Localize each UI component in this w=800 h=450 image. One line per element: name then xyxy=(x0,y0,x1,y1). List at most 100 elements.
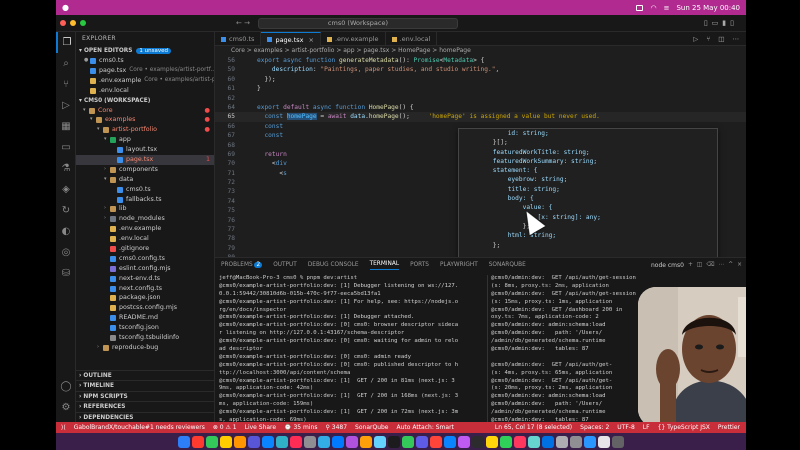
dock-app-icon[interactable] xyxy=(262,435,274,448)
dock-app-icon[interactable] xyxy=(388,435,400,448)
status-item[interactable]: GabolBrandX/touchable#1 needs reviewers xyxy=(74,424,205,431)
panel-tab-sonarqube[interactable]: SONARQUBE xyxy=(489,262,526,268)
status-item[interactable]: Auto Attach: Smart xyxy=(397,424,454,431)
dock-app-icon[interactable] xyxy=(402,435,414,448)
dock-app-icon[interactable] xyxy=(374,435,386,448)
tree-item[interactable]: .env.local xyxy=(76,234,214,244)
dock-app-icon[interactable] xyxy=(290,435,302,448)
code-line[interactable]: 62 xyxy=(215,94,746,103)
tree-item[interactable]: tsconfig.tsbuildinfo xyxy=(76,333,214,343)
tree-item[interactable]: ▾ data xyxy=(76,175,214,185)
tree-item[interactable]: layout.tsx xyxy=(76,145,214,155)
panel-tab-problems[interactable]: PROBLEMS 2 xyxy=(221,262,263,268)
search-icon[interactable]: ⌕ xyxy=(56,53,76,74)
sidebar-section-outline[interactable]: › OUTLINE xyxy=(76,369,214,381)
tree-item[interactable]: eslint.config.mjs xyxy=(76,264,214,274)
editor-actions-icons[interactable]: ▷ ⑂ ◫ ⋯ xyxy=(693,32,742,45)
close-panel-icon[interactable]: × xyxy=(737,262,742,268)
panel-tab-ports[interactable]: PORTS xyxy=(410,262,429,268)
code-line[interactable]: 65 const homePage = await data.homePage(… xyxy=(215,112,746,122)
tree-item[interactable]: ▾ Core ● xyxy=(76,106,214,116)
dock-app-icon[interactable] xyxy=(318,435,330,448)
panel-tab-terminal[interactable]: TERMINAL xyxy=(369,261,400,270)
zoom-window-button[interactable] xyxy=(80,20,86,26)
status-item[interactable]: UTF-8 xyxy=(617,424,635,431)
dock-app-icon[interactable] xyxy=(514,435,526,448)
dock-app-icon[interactable] xyxy=(416,435,428,448)
code-line[interactable]: 64 export default async function HomePage… xyxy=(215,103,746,112)
code-line[interactable]: 59 description: "Paintings, paper studie… xyxy=(215,65,746,74)
live-share-icon[interactable]: ↻ xyxy=(56,200,76,221)
menu-clock[interactable]: Sun 25 May 00:40 xyxy=(676,4,740,12)
status-item[interactable]: LF xyxy=(643,424,650,431)
breadcrumb[interactable]: Core > examples > artist-portfolio > app… xyxy=(215,46,746,56)
dock-app-icon[interactable] xyxy=(542,435,554,448)
editor-tab[interactable]: .env.example xyxy=(321,32,386,46)
docker-icon[interactable]: ◈ xyxy=(56,179,76,200)
close-window-button[interactable] xyxy=(60,20,66,26)
tree-item[interactable]: ▾ artist-portfolio ● xyxy=(76,125,214,135)
tree-item[interactable]: next.config.ts xyxy=(76,284,214,294)
status-item[interactable]: ⌚ 35 mins xyxy=(284,424,317,431)
editor-tab[interactable]: .env.local xyxy=(386,32,438,46)
status-item[interactable]: SonarQube xyxy=(355,424,388,431)
workspace-header[interactable]: ▾ CMS0 (WORKSPACE) xyxy=(76,96,214,106)
dock-app-icon[interactable] xyxy=(584,435,596,448)
open-editor-item[interactable]: .env.exampleCore • examples/artist-portf… xyxy=(76,76,214,86)
dock-app-icon[interactable] xyxy=(332,435,344,448)
sidebar-section-timeline[interactable]: › TIMELINE xyxy=(76,380,214,391)
status-item[interactable]: Ln 65, Col 17 (8 selected) xyxy=(495,424,572,431)
tree-item[interactable]: › reproduce-bug xyxy=(76,343,214,353)
panel-tab-debug-console[interactable]: DEBUG CONSOLE xyxy=(308,262,359,268)
control-center-icon[interactable]: ≡ xyxy=(664,4,670,12)
status-item[interactable]: Spaces: 2 xyxy=(580,424,609,431)
battery-icon[interactable] xyxy=(636,4,644,11)
split-terminal-icon[interactable]: ◫ xyxy=(697,262,702,268)
dock-app-icon[interactable] xyxy=(248,435,260,448)
dock-app-icon[interactable] xyxy=(556,435,568,448)
dock-app-icon[interactable] xyxy=(178,435,190,448)
apple-icon[interactable]: ● xyxy=(62,3,69,12)
open-editor-item[interactable]: page.tsxCore • examples/artist-portf...1 xyxy=(76,66,214,76)
add-terminal-icon[interactable]: + xyxy=(688,262,693,268)
run-debug-icon[interactable]: ▷ xyxy=(56,95,76,116)
open-editors-header[interactable]: ▾ OPEN EDITORS 1 unsaved xyxy=(76,46,214,56)
code-line[interactable]: 56 export async function generateMetadata… xyxy=(215,56,746,65)
dock-app-icon[interactable] xyxy=(220,435,232,448)
code-line[interactable]: 61} xyxy=(215,84,746,93)
dock-app-icon[interactable] xyxy=(444,435,456,448)
tree-item[interactable]: .gitignore xyxy=(76,244,214,254)
source-control-icon[interactable]: ⑂ xyxy=(56,74,76,95)
status-item[interactable]: ⚲ 3487 xyxy=(325,424,347,431)
dock-app-icon[interactable] xyxy=(430,435,442,448)
more-icon[interactable]: ⋯ xyxy=(718,262,724,268)
dock-app-icon[interactable] xyxy=(472,435,484,448)
dock-app-icon[interactable] xyxy=(346,435,358,448)
dock-app-icon[interactable] xyxy=(598,435,610,448)
playwright-icon[interactable]: ◎ xyxy=(56,242,76,263)
editor-tab[interactable]: page.tsx × xyxy=(261,32,321,46)
sonarqube-icon[interactable]: ◐ xyxy=(56,221,76,242)
tree-item[interactable]: postcss.config.mjs xyxy=(76,303,214,313)
panel-tab-playwright[interactable]: PLAYWRIGHT xyxy=(440,262,478,268)
tree-item[interactable]: next-env.d.ts xyxy=(76,274,214,284)
tree-item[interactable]: › lib xyxy=(76,204,214,214)
command-center-search[interactable]: cms0 (Workspace) xyxy=(257,17,458,29)
tree-item[interactable]: fallbacks.ts xyxy=(76,195,214,205)
dock-app-icon[interactable] xyxy=(486,435,498,448)
dock-app-icon[interactable] xyxy=(570,435,582,448)
editor-tab[interactable]: cms0.ts xyxy=(215,32,262,46)
tree-item[interactable]: cms0.config.ts xyxy=(76,254,214,264)
settings-gear-icon[interactable]: ⚙ xyxy=(56,397,76,418)
dock-app-icon[interactable] xyxy=(500,435,512,448)
tree-item[interactable]: ▾ app xyxy=(76,135,214,145)
close-tab-icon[interactable]: × xyxy=(309,33,314,47)
remote-explorer-icon[interactable]: ▭ xyxy=(56,137,76,158)
sidebar-section-npm-scripts[interactable]: › NPM SCRIPTS xyxy=(76,390,214,402)
sidebar-section-dependencies[interactable]: › DEPENDENCIES xyxy=(76,411,214,423)
wifi-icon[interactable]: ◠ xyxy=(650,4,656,12)
dock-app-icon[interactable] xyxy=(612,435,624,448)
dock-app-icon[interactable] xyxy=(458,435,470,448)
account-icon[interactable]: ◯ xyxy=(56,376,76,397)
open-editor-item[interactable]: .env.local xyxy=(76,86,214,96)
